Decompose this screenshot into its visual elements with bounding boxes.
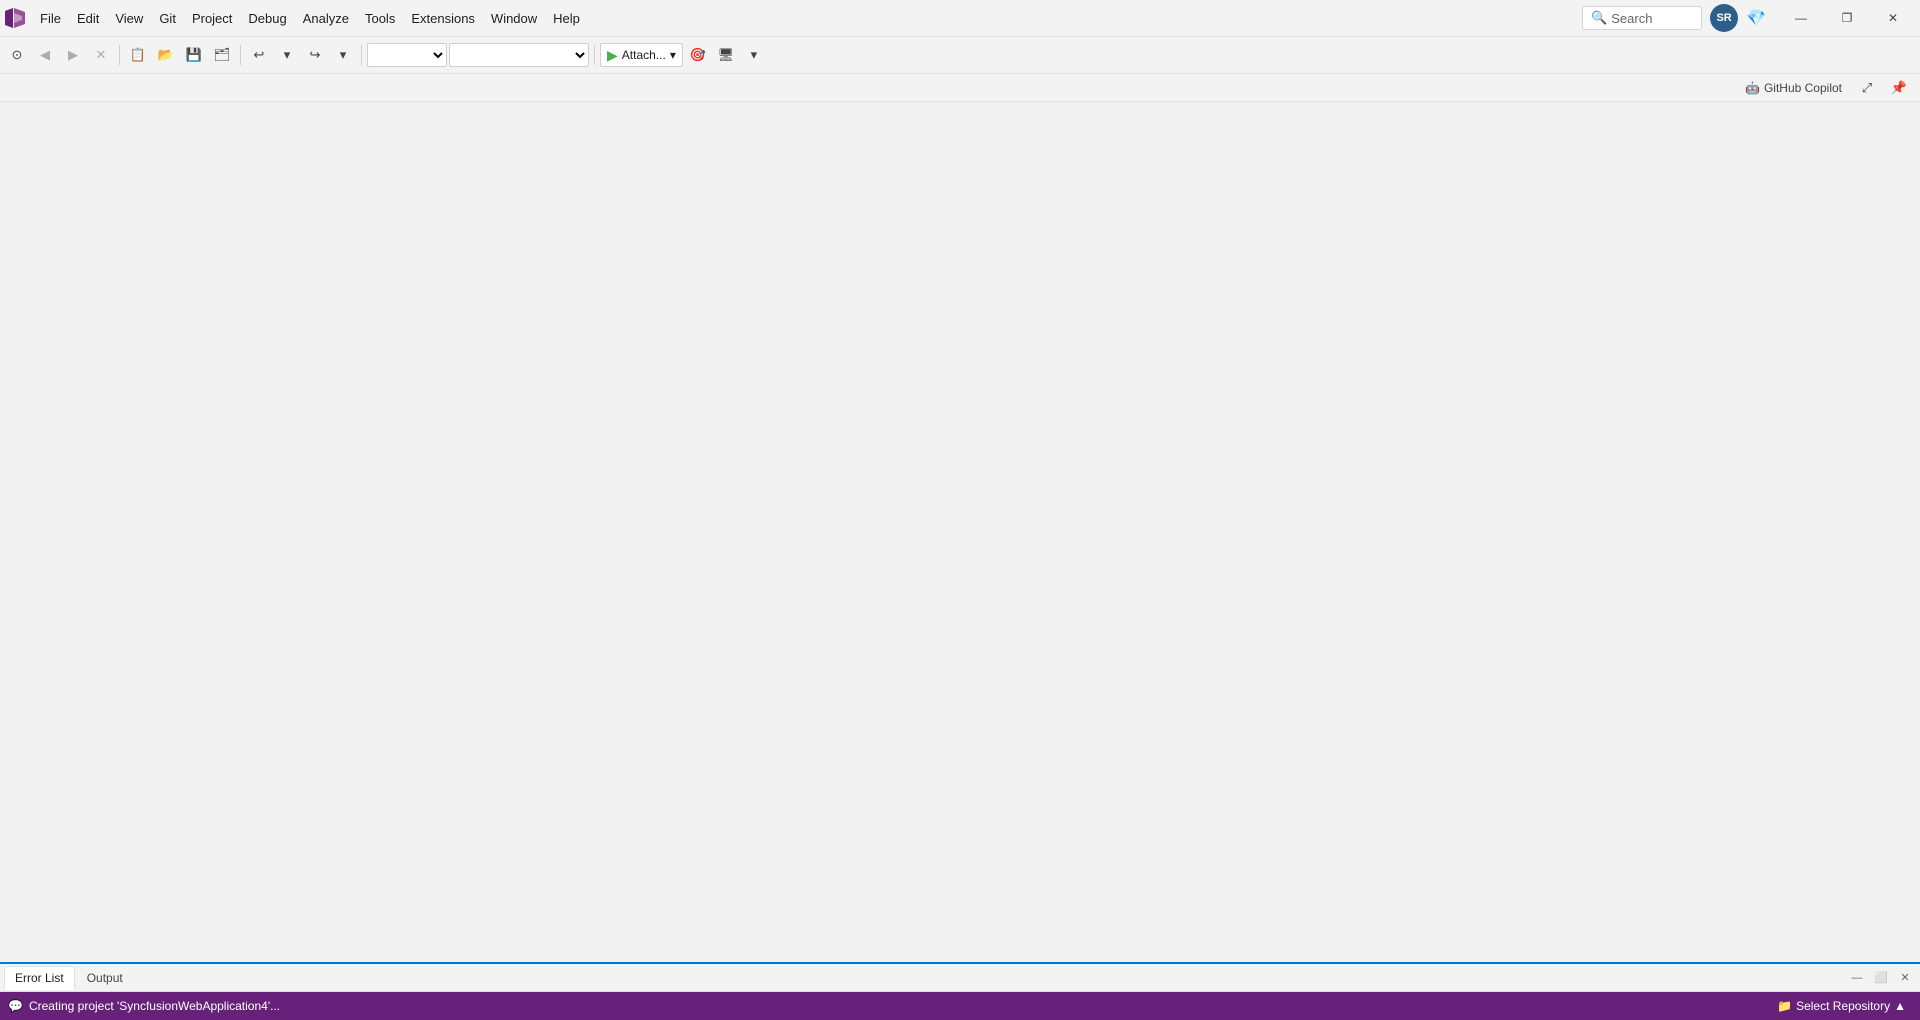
attach-button[interactable]: ▶ Attach... ▾ — [600, 43, 683, 67]
toolbar-save[interactable]: 💾 — [181, 42, 207, 68]
window-controls: — ❐ ✕ — [1778, 0, 1916, 37]
gem-icon[interactable]: 💎 — [1742, 6, 1770, 30]
attach-dropdown-icon: ▾ — [670, 48, 676, 62]
toolbar-redo-arrow[interactable]: ▾ — [330, 42, 356, 68]
copilot-bar: 🤖 GitHub Copilot ⤢ 📌 — [0, 74, 1920, 102]
status-left: 💬 Creating project 'SyncfusionWebApplica… — [8, 999, 1771, 1013]
panel-controls: — ⬜ ✕ — [1846, 967, 1916, 989]
toolbar-nav-cancel[interactable]: ✕ — [88, 42, 114, 68]
toolbar-open[interactable]: 📂 — [153, 42, 179, 68]
search-box[interactable]: 🔍 Search — [1582, 6, 1702, 30]
profile-button[interactable]: SR — [1710, 4, 1738, 32]
tab-output[interactable]: Output — [77, 967, 133, 989]
toolbar-sep-1 — [119, 45, 120, 65]
solution-platform-dropdown[interactable] — [449, 43, 589, 67]
menu-analyze[interactable]: Analyze — [295, 7, 357, 30]
toolbar-nav-back[interactable]: ◀ — [32, 42, 58, 68]
toolbar-undo[interactable]: ↩ — [246, 42, 272, 68]
copilot-expand-btn[interactable]: ⤢ — [1854, 75, 1880, 101]
copilot-pin-btn[interactable]: 📌 — [1886, 75, 1912, 101]
menu-file[interactable]: File — [32, 7, 69, 30]
toolbar-new[interactable]: 📋 — [125, 42, 151, 68]
toolbar-dropdown-extra[interactable]: ▾ — [741, 42, 767, 68]
select-repo-label: Select Repository — [1796, 999, 1890, 1013]
minimize-button[interactable]: — — [1778, 0, 1824, 37]
close-button[interactable]: ✕ — [1870, 0, 1916, 37]
maximize-button[interactable]: ❐ — [1824, 0, 1870, 37]
status-icon: 💬 — [8, 999, 23, 1013]
search-icon: 🔍 — [1591, 10, 1607, 26]
toolbar-target[interactable]: 🎯 — [685, 42, 711, 68]
repo-icon: 📁 — [1777, 999, 1792, 1013]
status-text: Creating project 'SyncfusionWebApplicati… — [29, 999, 280, 1013]
menu-extensions[interactable]: Extensions — [403, 7, 483, 30]
menu-edit[interactable]: Edit — [69, 7, 107, 30]
menu-help[interactable]: Help — [545, 7, 588, 30]
toolbar: ⊙ ◀ ▶ ✕ 📋 📂 💾 🗂 ↩ ▾ ↪ ▾ ▶ Attach... ▾ 🎯 … — [0, 37, 1920, 74]
panel-tabs: Error List Output — ⬜ ✕ — [0, 964, 1920, 992]
copilot-icon: 🤖 — [1745, 81, 1760, 95]
toolbar-redo[interactable]: ↪ — [302, 42, 328, 68]
toolbar-sep-2 — [240, 45, 241, 65]
app-logo — [4, 7, 26, 29]
menu-bar: File Edit View Git Project Debug Analyze… — [0, 0, 1920, 37]
status-right: 📁 Select Repository ▲ — [1771, 997, 1912, 1015]
main-content — [0, 102, 1920, 962]
toolbar-sep-4 — [594, 45, 595, 65]
title-bar-controls: SR 💎 — [1710, 4, 1770, 32]
menu-git[interactable]: Git — [151, 7, 184, 30]
copilot-button[interactable]: 🤖 GitHub Copilot — [1739, 79, 1848, 97]
toolbar-sep-3 — [361, 45, 362, 65]
toolbar-undo-arrow[interactable]: ▾ — [274, 42, 300, 68]
copilot-label: GitHub Copilot — [1764, 81, 1842, 95]
repo-arrow-icon: ▲ — [1894, 999, 1906, 1013]
menu-view[interactable]: View — [107, 7, 151, 30]
menu-project[interactable]: Project — [184, 7, 240, 30]
play-icon: ▶ — [607, 47, 618, 64]
bottom-panel: Error List Output — ⬜ ✕ — [0, 962, 1920, 992]
panel-float-btn[interactable]: ⬜ — [1870, 967, 1892, 989]
search-label: Search — [1611, 11, 1652, 26]
toolbar-nav-forward[interactable]: ▶ — [60, 42, 86, 68]
menu-tools[interactable]: Tools — [357, 7, 403, 30]
toolbar-save-all[interactable]: 🗂 — [209, 42, 235, 68]
panel-minimize-btn[interactable]: — — [1846, 967, 1868, 989]
toolbar-back-btn[interactable]: ⊙ — [4, 42, 30, 68]
menu-debug[interactable]: Debug — [240, 7, 294, 30]
menu-window[interactable]: Window — [483, 7, 545, 30]
panel-close-btn[interactable]: ✕ — [1894, 967, 1916, 989]
tab-error-list[interactable]: Error List — [4, 966, 75, 990]
status-bar: 💬 Creating project 'SyncfusionWebApplica… — [0, 992, 1920, 1020]
toolbar-display[interactable]: 🖥 — [713, 42, 739, 68]
solution-config-dropdown[interactable] — [367, 43, 447, 67]
attach-label: Attach... — [622, 48, 666, 62]
select-repository-button[interactable]: 📁 Select Repository ▲ — [1771, 997, 1912, 1015]
